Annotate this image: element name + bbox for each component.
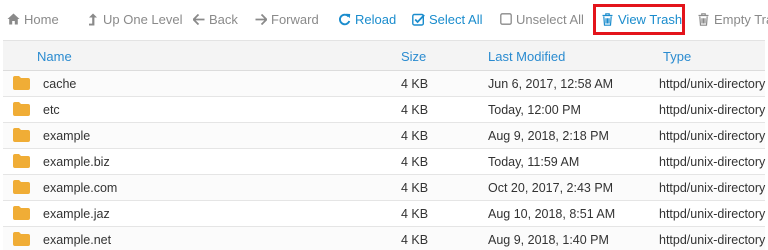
unselect-all-button[interactable]: Unselect All	[499, 5, 584, 33]
file-type: httpd/unix-directory	[659, 155, 766, 169]
file-name[interactable]: example.biz	[43, 155, 110, 169]
select-all-button[interactable]: Select All	[412, 5, 482, 33]
file-name[interactable]: cache	[43, 77, 76, 91]
refresh-icon	[338, 12, 351, 26]
file-modified: Today, 11:59 AM	[488, 155, 580, 169]
forward-label: Forward	[271, 11, 319, 27]
level-up-icon	[86, 12, 99, 26]
table-row[interactable]: example.net 4 KB Aug 9, 2018, 1:40 PM ht…	[3, 227, 765, 250]
up-one-level-button[interactable]: Up One Level	[86, 5, 183, 33]
home-button[interactable]: Home	[7, 5, 59, 33]
file-modified: Aug 9, 2018, 2:18 PM	[488, 129, 609, 143]
empty-box-icon	[499, 12, 512, 26]
table-row[interactable]: example 4 KB Aug 9, 2018, 2:18 PM httpd/…	[3, 123, 765, 149]
forward-button[interactable]: Forward	[254, 5, 319, 33]
file-table: Name Size Last Modified Type cache 4 KB …	[3, 40, 765, 250]
empty-trash-button[interactable]: Empty Tra	[697, 5, 768, 33]
file-name[interactable]: example.jaz	[43, 207, 110, 221]
empty-trash-label: Empty Tra	[714, 11, 768, 27]
column-header-type[interactable]: Type	[663, 49, 691, 64]
file-name[interactable]: example.com	[43, 181, 117, 195]
arrow-left-icon	[192, 12, 205, 26]
folder-icon	[13, 76, 30, 90]
file-name[interactable]: example.net	[43, 233, 111, 247]
table-body: cache 4 KB Jun 6, 2017, 12:58 AM httpd/u…	[3, 71, 765, 250]
file-size: 4 KB	[401, 233, 429, 247]
arrow-right-icon	[254, 12, 267, 26]
select-all-label: Select All	[429, 11, 483, 27]
folder-icon	[13, 206, 30, 220]
file-name[interactable]: etc	[43, 103, 60, 117]
reload-label: Reload	[355, 11, 397, 27]
column-header-size[interactable]: Size	[401, 49, 426, 64]
table-header: Name Size Last Modified Type	[3, 40, 765, 71]
up-one-level-label: Up One Level	[103, 11, 183, 27]
table-row[interactable]: cache 4 KB Jun 6, 2017, 12:58 AM httpd/u…	[3, 71, 765, 97]
file-size: 4 KB	[401, 103, 429, 117]
folder-icon	[13, 232, 30, 246]
column-header-last-modified[interactable]: Last Modified	[488, 49, 565, 64]
file-type: httpd/unix-directory	[659, 181, 766, 195]
file-size: 4 KB	[401, 129, 429, 143]
reload-button[interactable]: Reload	[338, 5, 396, 33]
home-label: Home	[24, 11, 59, 27]
table-row[interactable]: example.jaz 4 KB Aug 10, 2018, 8:51 AM h…	[3, 201, 765, 227]
table-row[interactable]: etc 4 KB Today, 12:00 PM httpd/unix-dire…	[3, 97, 765, 123]
file-type: httpd/unix-directory	[659, 207, 766, 221]
file-size: 4 KB	[401, 181, 429, 195]
folder-icon	[13, 180, 30, 194]
file-type: httpd/unix-directory	[659, 233, 766, 247]
file-modified: Oct 20, 2017, 2:43 PM	[488, 181, 614, 195]
file-manager-toolbar: Home Up One Level Back Forward Reload Se…	[0, 0, 768, 38]
back-button[interactable]: Back	[192, 5, 238, 33]
file-modified: Jun 6, 2017, 12:58 AM	[488, 77, 614, 91]
checked-box-icon	[412, 12, 425, 26]
folder-icon	[13, 102, 30, 116]
file-type: httpd/unix-directory	[659, 77, 766, 91]
file-type: httpd/unix-directory	[659, 129, 766, 143]
file-modified: Aug 10, 2018, 8:51 AM	[488, 207, 616, 221]
file-modified: Today, 12:00 PM	[488, 103, 581, 117]
folder-icon	[13, 154, 30, 168]
file-size: 4 KB	[401, 77, 429, 91]
file-name[interactable]: example	[43, 129, 90, 143]
view-trash-highlight	[593, 4, 685, 35]
file-size: 4 KB	[401, 207, 429, 221]
file-modified: Aug 9, 2018, 1:40 PM	[488, 233, 609, 247]
column-header-name[interactable]: Name	[37, 49, 72, 64]
table-row[interactable]: example.com 4 KB Oct 20, 2017, 2:43 PM h…	[3, 175, 765, 201]
back-label: Back	[209, 11, 238, 27]
unselect-all-label: Unselect All	[516, 11, 584, 27]
folder-icon	[13, 128, 30, 142]
trash-icon	[697, 12, 710, 26]
file-size: 4 KB	[401, 155, 429, 169]
home-icon	[7, 12, 20, 26]
table-row[interactable]: example.biz 4 KB Today, 11:59 AM httpd/u…	[3, 149, 765, 175]
file-type: httpd/unix-directory	[659, 103, 766, 117]
